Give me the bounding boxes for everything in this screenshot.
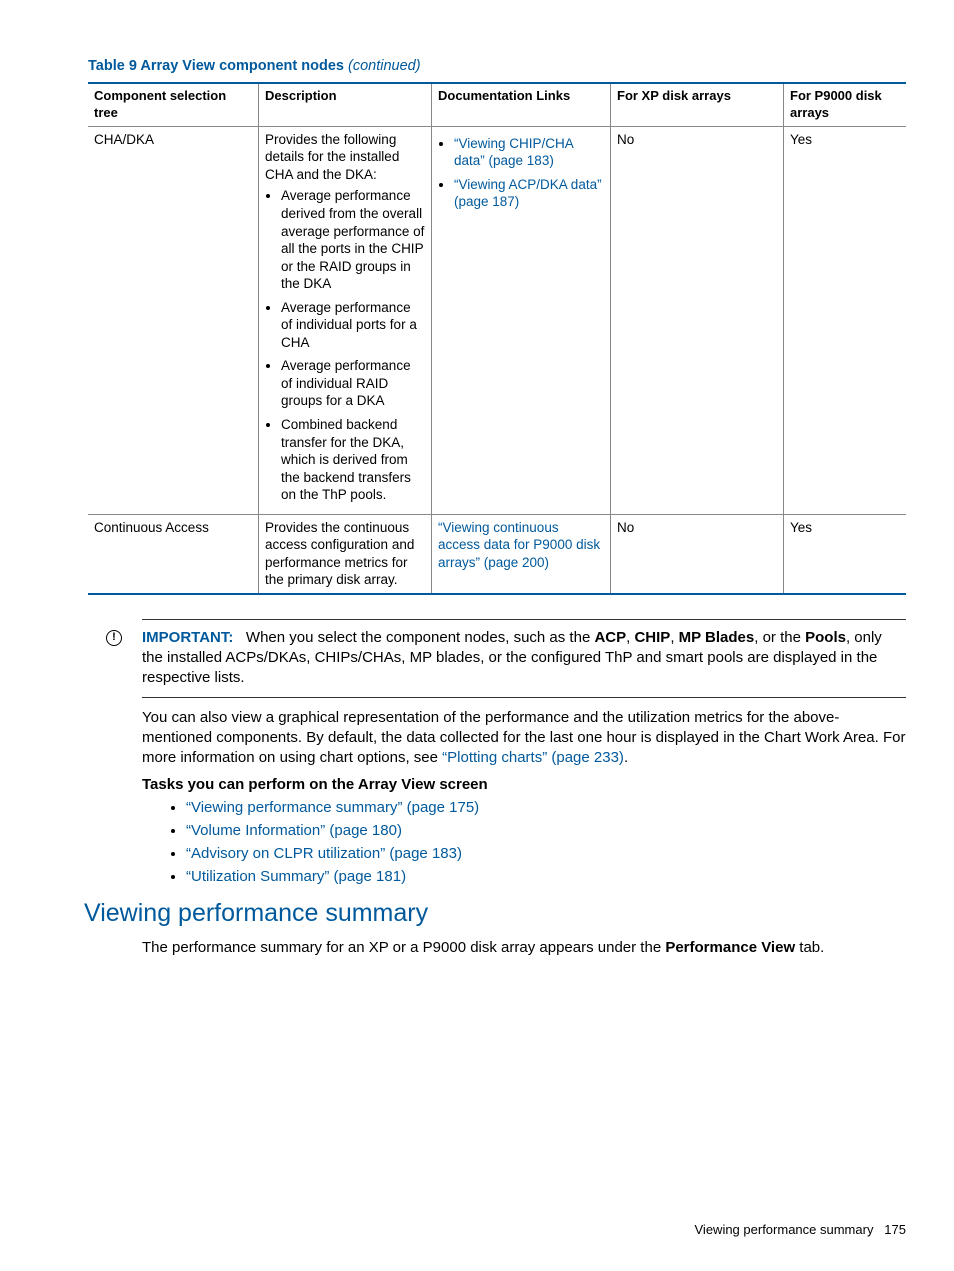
list-item: “Volume Information” (page 180) <box>186 822 906 839</box>
list-item: Average performance of individual ports … <box>281 299 425 352</box>
important-label: IMPORTANT: <box>142 629 233 646</box>
footer-text: Viewing performance summary <box>695 1222 874 1237</box>
important-text: When you select the component nodes, suc… <box>246 629 595 646</box>
important-bold: CHIP <box>634 629 670 646</box>
th-description: Description <box>259 83 432 126</box>
list-item: “Utilization Summary” (page 181) <box>186 868 906 885</box>
doc-link[interactable]: “Plotting charts” (page 233) <box>442 749 624 766</box>
list-item: Combined backend transfer for the DKA, w… <box>281 416 425 504</box>
important-bold: Pools <box>805 629 846 646</box>
list-item: “Viewing CHIP/CHA data” (page 183) <box>454 135 604 170</box>
task-link[interactable]: “Volume Information” (page 180) <box>186 822 402 839</box>
section-heading: Viewing performance summary <box>84 899 906 928</box>
tasks-heading: Tasks you can perform on the Array View … <box>142 776 906 793</box>
body-paragraph: You can also view a graphical representa… <box>142 708 906 769</box>
cell-description: Provides the continuous access configura… <box>259 514 432 594</box>
section-text: The performance summary for an XP or a P… <box>142 939 665 956</box>
doc-links-list: “Viewing CHIP/CHA data” (page 183) “View… <box>438 135 604 211</box>
cell-component: CHA/DKA <box>88 126 259 514</box>
section-bold: Performance View <box>665 939 795 956</box>
task-link[interactable]: “Utilization Summary” (page 181) <box>186 868 406 885</box>
cell-p9000: Yes <box>784 514 907 594</box>
section-text: tab. <box>795 939 824 956</box>
list-item: Average performance derived from the ove… <box>281 187 425 292</box>
cell-doc-links: “Viewing continuous access data for P900… <box>432 514 611 594</box>
important-text: , or the <box>754 629 805 646</box>
component-nodes-table: Component selection tree Description Doc… <box>88 82 906 595</box>
list-item: “Advisory on CLPR utilization” (page 183… <box>186 845 906 862</box>
important-bold: ACP <box>594 629 626 646</box>
doc-link[interactable]: “Viewing CHIP/CHA data” (page 183) <box>454 136 573 169</box>
cell-xp: No <box>611 514 784 594</box>
para-text: . <box>624 749 628 766</box>
cell-description-list: Average performance derived from the ove… <box>265 187 425 503</box>
task-link[interactable]: “Advisory on CLPR utilization” (page 183… <box>186 845 462 862</box>
list-item: “Viewing ACP/DKA data” (page 187) <box>454 176 604 211</box>
important-bold: MP Blades <box>679 629 755 646</box>
cell-xp: No <box>611 126 784 514</box>
table-caption-continued: (continued) <box>348 58 421 74</box>
tasks-list: “Viewing performance summary” (page 175)… <box>186 799 906 885</box>
th-component: Component selection tree <box>88 83 259 126</box>
important-text: , <box>670 629 678 646</box>
page-footer: Viewing performance summary 175 <box>695 1222 907 1237</box>
th-doc-links: Documentation Links <box>432 83 611 126</box>
section-paragraph: The performance summary for an XP or a P… <box>142 938 906 958</box>
th-xp: For XP disk arrays <box>611 83 784 126</box>
table-row: CHA/DKA Provides the following details f… <box>88 126 906 514</box>
task-link[interactable]: “Viewing performance summary” (page 175) <box>186 799 479 816</box>
cell-description-intro: Provides the following details for the i… <box>265 132 399 182</box>
important-note: IMPORTANT: When you select the component… <box>142 619 906 698</box>
footer-page-number: 175 <box>884 1222 906 1237</box>
cell-doc-links: “Viewing CHIP/CHA data” (page 183) “View… <box>432 126 611 514</box>
list-item: Average performance of individual RAID g… <box>281 357 425 410</box>
table-caption: Table 9 Array View component nodes (cont… <box>88 58 906 74</box>
list-item: “Viewing performance summary” (page 175) <box>186 799 906 816</box>
important-icon <box>106 630 122 646</box>
doc-link[interactable]: “Viewing continuous access data for P900… <box>438 520 600 570</box>
table-caption-text: Table 9 Array View component nodes <box>88 58 348 74</box>
cell-component: Continuous Access <box>88 514 259 594</box>
th-p9000: For P9000 disk arrays <box>784 83 907 126</box>
cell-p9000: Yes <box>784 126 907 514</box>
doc-link[interactable]: “Viewing ACP/DKA data” (page 187) <box>454 177 602 210</box>
table-row: Continuous Access Provides the continuou… <box>88 514 906 594</box>
cell-description: Provides the following details for the i… <box>259 126 432 514</box>
